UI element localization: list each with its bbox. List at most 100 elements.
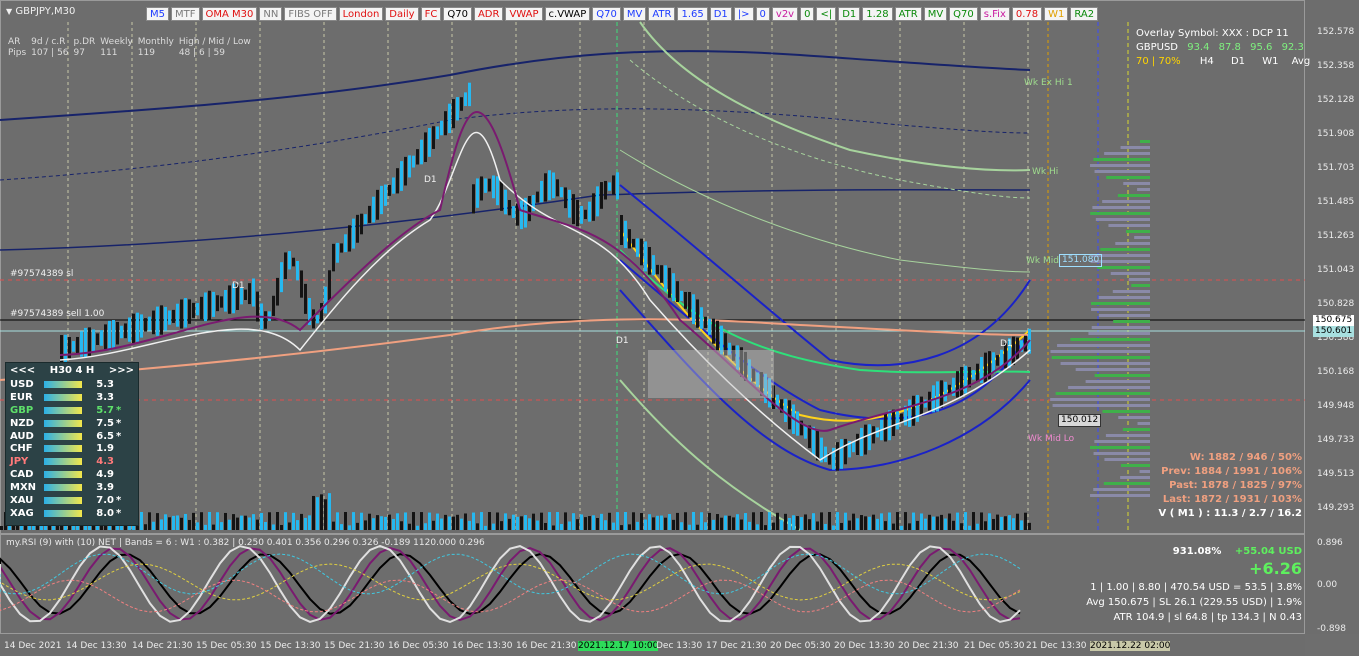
toolbar-button[interactable]: ADR: [473, 7, 504, 21]
volume-bar: [172, 515, 175, 530]
volume-profile-bar: [1057, 344, 1150, 347]
toolbar-button[interactable]: FC: [420, 7, 442, 21]
time-tick-label: 14 Dec 21:30: [132, 641, 193, 651]
strength-row: XAU 7.0 *: [6, 494, 138, 507]
strength-value: 3.3: [96, 391, 114, 403]
toolbar-button[interactable]: NN: [259, 7, 283, 21]
strength-flag: *: [116, 404, 122, 416]
candle: [388, 184, 391, 196]
toolbar-button[interactable]: MV: [622, 7, 647, 21]
volume-bar: [916, 520, 919, 530]
toolbar-button[interactable]: ATR: [894, 7, 922, 21]
toolbar-button[interactable]: D1: [838, 7, 861, 21]
d1-marker: D1: [232, 281, 245, 291]
toolbar-button[interactable]: M5: [146, 7, 169, 21]
volume-bar: [840, 522, 843, 530]
strength-bar: [44, 496, 82, 504]
toolbar-button[interactable]: 0: [755, 7, 770, 21]
volume-bar: [516, 516, 519, 530]
dropdown-arrow-icon[interactable]: ▼: [6, 7, 12, 16]
candle: [840, 439, 843, 469]
candle: [704, 316, 707, 329]
atr-info: ATR 104.9 | sl 64.8 | tp 134.3 | N 0.43: [1113, 612, 1302, 623]
toolbar-button[interactable]: <|: [816, 7, 837, 21]
strength-flag: *: [116, 507, 122, 519]
volume-profile-bar: [1105, 434, 1150, 437]
toolbar-button[interactable]: 1.28: [862, 7, 893, 21]
currency-code: AUD: [10, 430, 34, 442]
volume-bar: [652, 517, 655, 530]
toolbar-button[interactable]: s.Fix: [979, 7, 1010, 21]
candle: [576, 199, 579, 227]
candle: [112, 320, 115, 349]
candle: [916, 394, 919, 422]
next-arrow-button[interactable]: >>>: [109, 365, 134, 376]
candle: [632, 238, 635, 248]
toolbar-button[interactable]: London: [338, 7, 384, 21]
toolbar-button[interactable]: c.VWAP: [544, 7, 591, 21]
candle: [908, 399, 911, 427]
time-tick-label: 16 Dec 05:30: [388, 641, 449, 651]
toolbar-button[interactable]: Daily: [385, 7, 419, 21]
toolbar-button[interactable]: MV: [923, 7, 948, 21]
toolbar-button[interactable]: 0.78: [1011, 7, 1043, 21]
volume-bar: [656, 515, 659, 530]
strength-bar: [44, 471, 82, 479]
volume-bar: [604, 520, 607, 530]
volume-bar: [564, 512, 567, 530]
overlay-d1: D1: [1230, 56, 1246, 67]
prev-arrow-button[interactable]: <<<: [10, 365, 35, 376]
candle: [484, 178, 487, 193]
volume-bar: [864, 516, 867, 530]
time-tick-label: 20 Dec 05:30: [770, 641, 831, 651]
toolbar-button[interactable]: FIBS OFF: [284, 7, 337, 21]
volume-bar: [860, 515, 863, 530]
toolbar-button[interactable]: Q70: [592, 7, 621, 21]
candle: [324, 286, 327, 314]
candle: [212, 291, 215, 317]
volume-bar: [956, 512, 959, 530]
volume-profile-bar: [1088, 332, 1150, 335]
volume-bar: [752, 512, 755, 530]
toolbar-button[interactable]: 0: [800, 7, 815, 21]
candle: [380, 185, 383, 215]
toolbar-button[interactable]: 1.65: [677, 7, 708, 21]
volume-profile-bar: [1102, 410, 1150, 413]
indicator-toolbar: M5 MTF OMA M30 NN FIBS OFF London Daily FC Q70 AD…: [146, 7, 1099, 21]
volume-bar: [908, 523, 911, 530]
time-tick-label: 2021.12.17 10:00: [578, 641, 659, 651]
candle: [344, 234, 347, 253]
volume-bar: [164, 514, 167, 530]
trade-profit-block: 931.08% +55.04 USD +6.26 1 | 1.00 | 8.80…: [1040, 546, 1302, 623]
toolbar-button[interactable]: Q70: [949, 7, 978, 21]
volume-bar: [852, 513, 855, 530]
candle: [152, 310, 155, 335]
candle: [148, 316, 151, 331]
toolbar-button[interactable]: OMA M30: [201, 7, 258, 21]
volume-bar: [520, 516, 523, 530]
toolbar-button[interactable]: v2v: [771, 7, 799, 21]
toolbar-button[interactable]: W1: [1044, 7, 1069, 21]
toolbar-button[interactable]: ATR: [648, 7, 676, 21]
volume-bar: [544, 522, 547, 530]
toolbar-button[interactable]: D1: [709, 7, 732, 21]
volume-bar: [404, 512, 407, 530]
toolbar-button[interactable]: MTF: [171, 7, 200, 21]
strength-flag: *: [116, 417, 122, 429]
weekly-range-block: W: 1882 / 946 / 50% Prev: 1884 / 1991 / …: [1128, 452, 1303, 519]
toolbar-button[interactable]: Q70: [443, 7, 472, 21]
volume-bar: [812, 513, 815, 530]
volume-bar: [144, 524, 147, 530]
toolbar-button[interactable]: RA2: [1070, 7, 1099, 21]
currency-code: USD: [10, 378, 34, 390]
volume-bar: [964, 512, 967, 530]
volume-bar: [624, 512, 627, 530]
volume-bar: [872, 514, 875, 530]
candle: [544, 173, 547, 202]
candle: [1016, 337, 1019, 360]
time-tick-label: 15 Dec 13:30: [260, 641, 321, 651]
toolbar-button[interactable]: VWAP: [505, 7, 543, 21]
volume-profile-bar: [1090, 302, 1150, 305]
volume-bar: [560, 523, 563, 530]
toolbar-button[interactable]: |>: [733, 7, 754, 21]
